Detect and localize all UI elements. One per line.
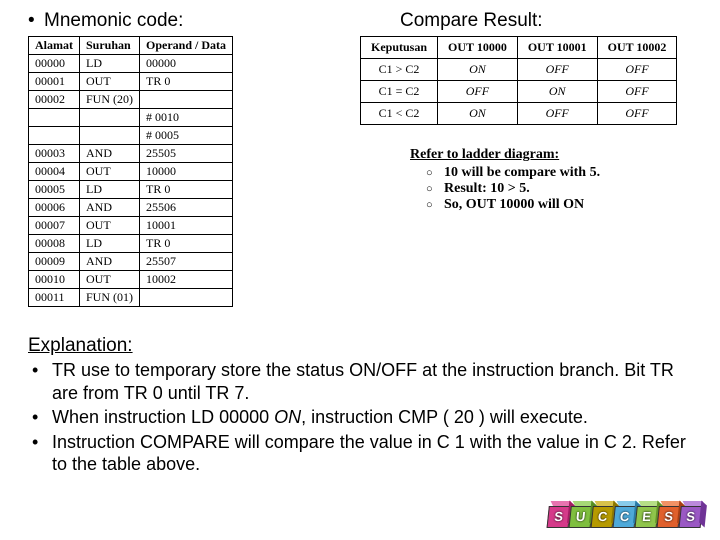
table-row: 00000LD00000 [29,55,233,73]
table-row: C1 = C2OFFONOFF [361,81,677,103]
table-cell: C1 > C2 [361,59,438,81]
table-cell: 00011 [29,289,80,307]
table-cell: 00000 [29,55,80,73]
table-cell: 00008 [29,235,80,253]
table-row: 00003AND25505 [29,145,233,163]
list-item: Instruction COMPARE will compare the val… [28,431,692,476]
table-cell: LD [80,235,140,253]
table-cell: 00000 [140,55,233,73]
table-cell: OUT [80,271,140,289]
mn-head-operand: Operand / Data [140,37,233,55]
refer-list: 10 will be compare with 5.Result: 10 > 5… [426,165,692,213]
explanation-list: TR use to temporary store the status ON/… [28,359,692,476]
table-cell [140,289,233,307]
cmp-head-out2: OUT 10001 [517,37,597,59]
table-cell: OUT [80,217,140,235]
table-cell: AND [80,253,140,271]
table-cell: OFF [597,103,677,125]
compare-table: Keputusan OUT 10000 OUT 10001 OUT 10002 … [360,36,677,125]
table-cell: OFF [597,59,677,81]
table-cell: LD [80,55,140,73]
table-row: C1 < C2ONOFFOFF [361,103,677,125]
table-cell: 25505 [140,145,233,163]
table-cell: 10001 [140,217,233,235]
table-cell: ON [438,59,518,81]
table-row: 00008LDTR 0 [29,235,233,253]
list-item: 10 will be compare with 5. [426,165,692,181]
list-item: Result: 10 > 5. [426,181,692,197]
table-cell: 25506 [140,199,233,217]
table-cell: 00004 [29,163,80,181]
table-cell: 10002 [140,271,233,289]
table-cell: 00001 [29,73,80,91]
table-cell: OFF [517,103,597,125]
table-cell: 00002 [29,91,80,109]
list-item: So, OUT 10000 will ON [426,197,692,213]
table-row: # 0005 [29,127,233,145]
mn-head-alamat: Alamat [29,37,80,55]
cmp-head-out1: OUT 10000 [438,37,518,59]
table-cell: ON [438,103,518,125]
mnemonic-table: Alamat Suruhan Operand / Data 00000LD000… [28,36,233,307]
compare-heading: Compare Result: [400,10,692,32]
table-cell: 00003 [29,145,80,163]
table-cell: # 0010 [140,109,233,127]
table-cell: 10000 [140,163,233,181]
mnemonic-heading-text: Mnemonic code: [44,10,183,31]
cmp-head-keputusan: Keputusan [361,37,438,59]
success-cubes-graphic: SUCCESS [552,501,706,530]
table-row: 00001OUTTR 0 [29,73,233,91]
table-row: # 0010 [29,109,233,127]
table-cell [80,109,140,127]
list-item: When instruction LD 00000 ON, instructio… [28,406,692,429]
table-cell: 00007 [29,217,80,235]
cube-icon: S [679,501,708,527]
table-row: 00006AND25506 [29,199,233,217]
table-cell: FUN (20) [80,91,140,109]
table-cell: FUN (01) [80,289,140,307]
table-row: C1 > C2ONOFFOFF [361,59,677,81]
table-cell [80,127,140,145]
table-cell: 00010 [29,271,80,289]
explanation-heading: Explanation: [28,335,692,357]
table-cell: ON [517,81,597,103]
table-cell: TR 0 [140,73,233,91]
table-cell: AND [80,199,140,217]
table-cell [29,109,80,127]
table-row: 00007OUT10001 [29,217,233,235]
table-cell: # 0005 [140,127,233,145]
table-cell: 00009 [29,253,80,271]
refer-title: Refer to ladder diagram: [410,147,692,163]
table-row: 00011FUN (01) [29,289,233,307]
table-cell: TR 0 [140,235,233,253]
table-cell: OUT [80,163,140,181]
table-cell: 00005 [29,181,80,199]
table-row: 00004OUT10000 [29,163,233,181]
table-cell: C1 = C2 [361,81,438,103]
list-item: TR use to temporary store the status ON/… [28,359,692,404]
table-cell: C1 < C2 [361,103,438,125]
mn-head-suruhan: Suruhan [80,37,140,55]
table-cell: AND [80,145,140,163]
table-cell: LD [80,181,140,199]
table-row: 00010OUT10002 [29,271,233,289]
table-cell: OFF [597,81,677,103]
table-cell: 00006 [29,199,80,217]
table-row: 00002FUN (20) [29,91,233,109]
table-cell: OFF [517,59,597,81]
table-row: 00009AND25507 [29,253,233,271]
table-cell [29,127,80,145]
table-cell: 25507 [140,253,233,271]
table-cell: OFF [438,81,518,103]
cmp-head-out3: OUT 10002 [597,37,677,59]
table-cell: OUT [80,73,140,91]
table-cell [140,91,233,109]
table-row: 00005LDTR 0 [29,181,233,199]
table-cell: TR 0 [140,181,233,199]
mnemonic-heading: •Mnemonic code: [28,10,348,32]
